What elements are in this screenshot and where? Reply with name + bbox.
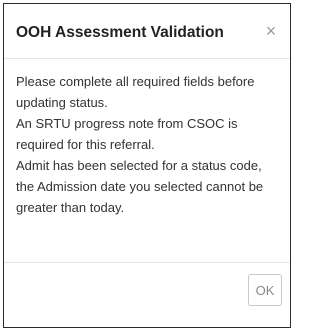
- dialog-title: OOH Assessment Validation: [16, 24, 224, 41]
- dialog-header: OOH Assessment Validation ×: [4, 4, 290, 59]
- message-line: An SRTU progress note from CSOC is: [16, 116, 238, 131]
- ok-button[interactable]: OK: [248, 274, 282, 306]
- message-line: required for this referral.: [16, 137, 155, 152]
- message-line: the Admission date you selected cannot b…: [16, 179, 264, 194]
- validation-dialog: OOH Assessment Validation × Please compl…: [3, 3, 291, 328]
- message-line: updating status.: [16, 95, 108, 110]
- message-line: Please complete all required fields befo…: [16, 74, 255, 89]
- message-line: Admit has been selected for a status cod…: [16, 158, 262, 173]
- message-line: greater than today.: [16, 200, 125, 215]
- close-icon[interactable]: ×: [262, 22, 280, 40]
- dialog-body: Please complete all required fields befo…: [16, 71, 280, 218]
- dialog-footer: OK: [4, 262, 290, 328]
